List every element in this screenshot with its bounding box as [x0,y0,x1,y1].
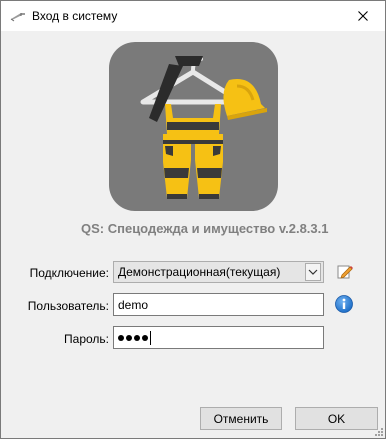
close-icon [358,11,368,21]
close-button[interactable] [341,1,385,31]
login-dialog: Вход в систему QS: Спецодежда и имуществ… [0,0,386,439]
info-icon[interactable] [335,295,353,313]
edit-connection-icon[interactable] [337,263,353,279]
password-dot [126,335,132,341]
title-bar[interactable]: Вход в систему [1,1,385,31]
text-caret [150,331,151,345]
dropdown-button[interactable] [305,263,321,281]
app-title: QS: Спецодежда и имущество v.2.8.3.1 [81,221,329,236]
chevron-down-icon [308,269,318,275]
dialog-body: QS: Спецодежда и имущество v.2.8.3.1 Под… [1,31,385,438]
connection-value: Демонстрационная(текущая) [118,265,281,279]
user-label: Пользователь: [27,299,109,313]
password-input[interactable] [113,326,324,349]
workwear-logo-icon [109,42,278,211]
connection-select[interactable]: Демонстрационная(текущая) [113,261,324,283]
window-title: Вход в систему [32,9,118,23]
cancel-button[interactable]: Отменить [200,407,282,430]
user-value: demo [118,298,149,312]
password-dot [118,335,124,341]
cancel-button-label: Отменить [213,411,269,426]
password-mask [118,335,148,341]
ok-button[interactable]: OK [295,407,378,430]
resize-grip-icon[interactable] [373,426,383,436]
connection-label: Подключение: [29,266,109,280]
password-label: Пароль: [64,332,109,346]
password-dot [142,335,148,341]
user-input[interactable]: demo [113,293,324,316]
ok-button-label: OK [327,411,346,426]
key-icon [10,13,25,22]
password-dot [134,335,140,341]
